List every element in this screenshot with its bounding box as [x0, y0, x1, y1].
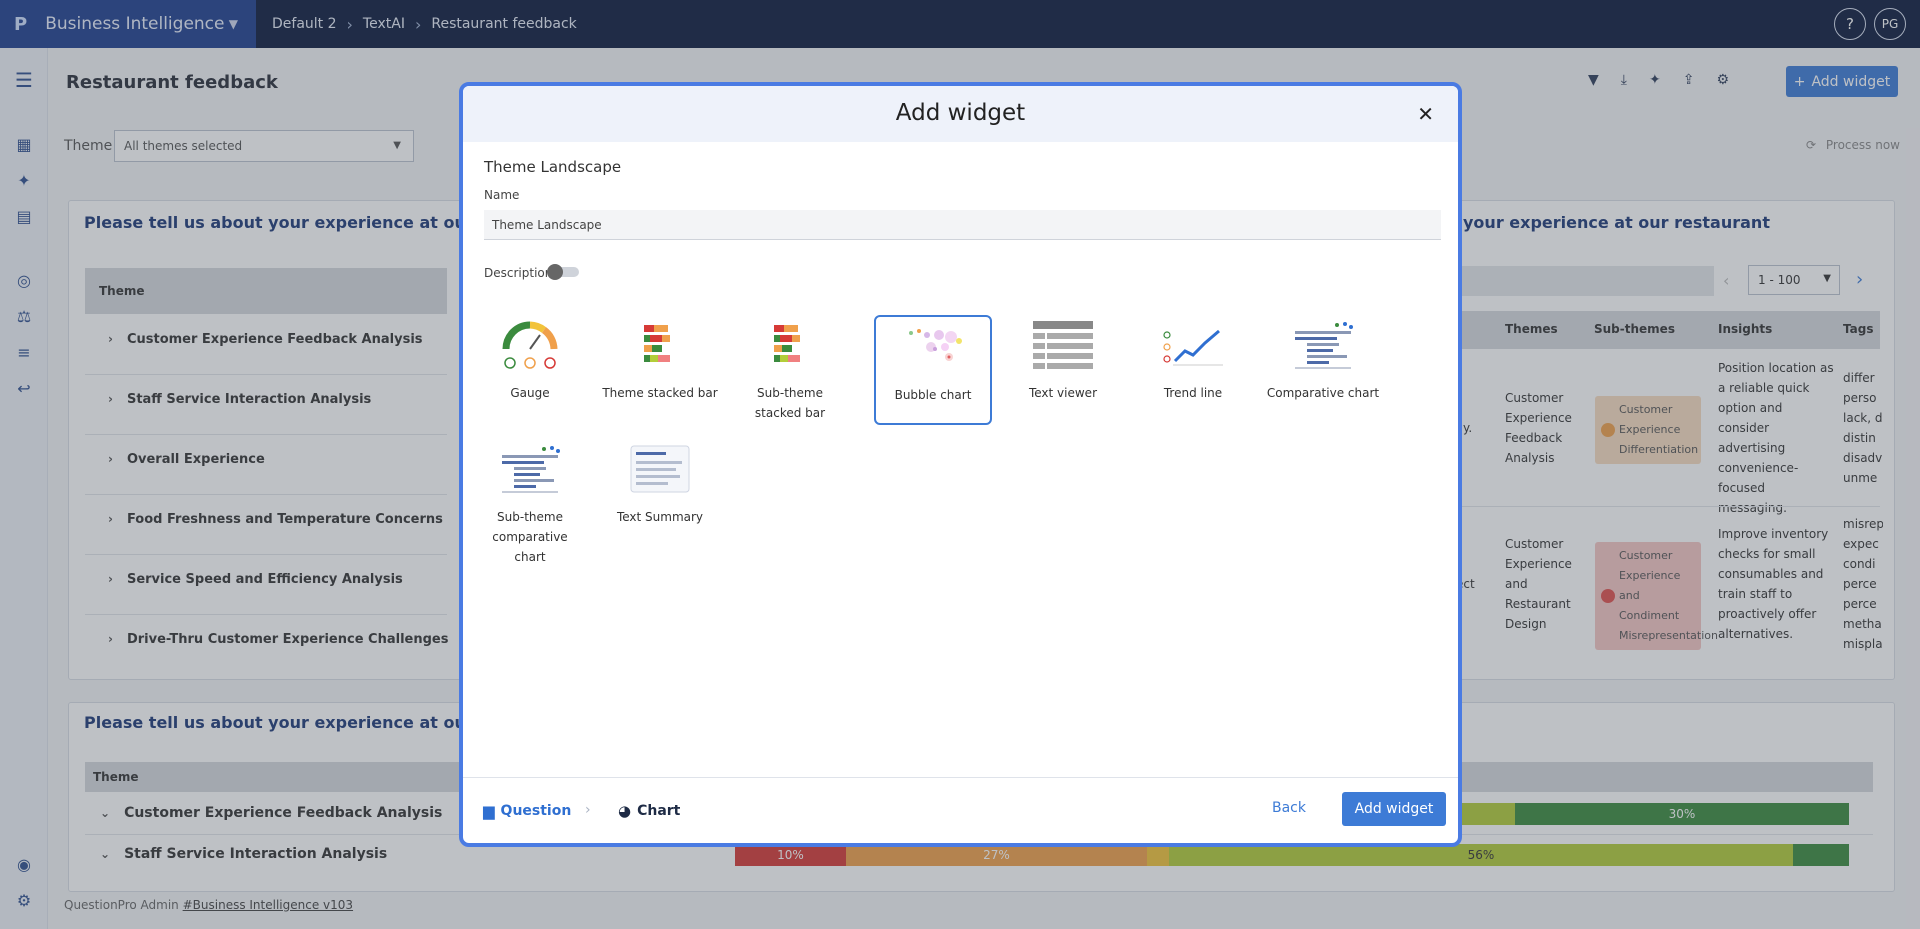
trend-line-icon [1163, 329, 1223, 366]
chart-pie-icon: ◕ [618, 802, 632, 820]
description-label: Description [484, 266, 553, 280]
widget-type-label: Gauge [510, 386, 550, 400]
stacked-bar-icon [774, 325, 800, 362]
text-summary-icon [630, 445, 690, 493]
widget-type-label: Comparative chart [1266, 386, 1380, 400]
gauge-icon [502, 321, 558, 369]
dialog-title: Add widget [895, 100, 1026, 126]
section-title: Theme Landscape [484, 158, 622, 176]
comparative-chart-icon [1295, 322, 1353, 369]
description-toggle[interactable] [547, 264, 579, 280]
add-widget-submit-button[interactable]: Add widget [1342, 792, 1446, 826]
dialog-footer: ▆ Question › ◕ Chart Back Add widget [463, 777, 1458, 843]
widget-type-text-summary[interactable]: Text Summary [601, 439, 719, 549]
text-viewer-icon [1033, 321, 1093, 369]
widget-type-label: Theme stacked bar [602, 386, 718, 400]
widget-type-sub-theme-stacked-bar[interactable]: Sub-theme stacked bar [731, 315, 849, 425]
widget-type-bubble-chart[interactable]: Bubble chart [874, 315, 992, 425]
name-label: Name [484, 188, 520, 202]
step-chart[interactable]: ◕ Chart [618, 802, 680, 820]
name-input[interactable]: Theme Landscape [484, 210, 1441, 240]
widget-type-theme-stacked-bar[interactable]: Theme stacked bar [601, 315, 719, 425]
widget-type-label: Sub-theme comparative chart [492, 510, 568, 564]
stacked-bar-icon [644, 325, 670, 362]
close-icon[interactable]: ✕ [1417, 102, 1434, 126]
chevron-right-icon: › [585, 802, 591, 818]
widget-type-label: Bubble chart [894, 388, 972, 402]
widget-type-comparative-chart[interactable]: Comparative chart [1264, 315, 1382, 425]
widget-type-sub-theme-comparative-chart[interactable]: Sub-theme comparative chart [471, 439, 589, 564]
widget-type-gauge[interactable]: Gauge [471, 315, 589, 425]
comparative-chart-icon [502, 446, 560, 493]
toggle-knob [547, 264, 563, 280]
step-question[interactable]: ▆ Question [483, 802, 571, 820]
widget-type-text-viewer[interactable]: Text viewer [1004, 315, 1122, 425]
question-chat-icon: ▆ [483, 802, 495, 820]
widget-type-label: Text Summary [616, 510, 704, 524]
bubble-chart-icon [909, 329, 962, 361]
widget-type-label: Sub-theme stacked bar [754, 386, 826, 420]
widget-type-label: Text viewer [1028, 386, 1098, 400]
back-button[interactable]: Back [1272, 800, 1306, 816]
widget-type-label: Trend line [1163, 386, 1223, 400]
dialog-header: Add widget ✕ [463, 86, 1458, 142]
widget-type-trend-line[interactable]: Trend line [1134, 315, 1252, 425]
add-widget-dialog: Add widget ✕ Theme Landscape Name Theme … [459, 82, 1462, 847]
